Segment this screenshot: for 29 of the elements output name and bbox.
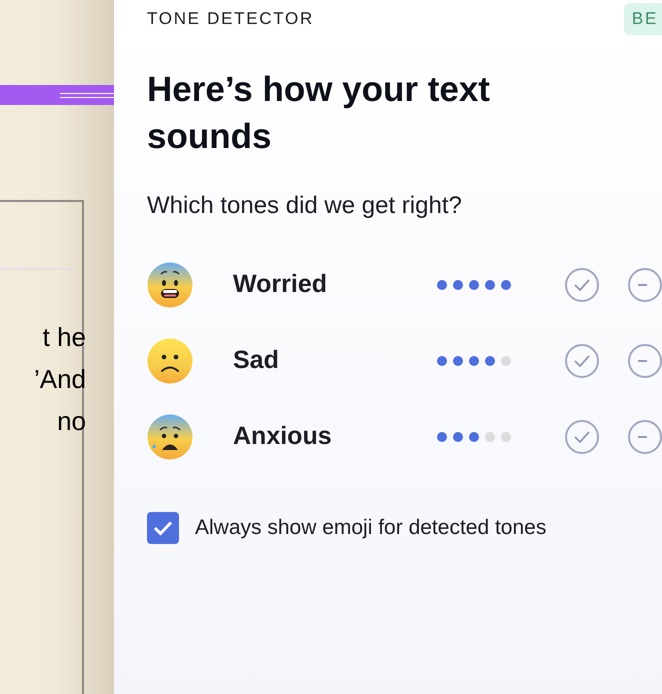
check-icon: [574, 355, 590, 367]
check-icon: [153, 520, 173, 536]
beta-badge: BE: [624, 3, 662, 35]
confirm-tone-button[interactable]: [565, 268, 599, 302]
panel-title: Here’s how your text sounds: [147, 69, 491, 158]
panel-question: Which tones did we get right?: [147, 191, 463, 221]
reject-tone-button[interactable]: [628, 344, 662, 378]
tone-label: Sad: [233, 345, 280, 376]
sad-face-icon: [147, 338, 193, 384]
confirm-tone-button[interactable]: [565, 344, 599, 378]
document-text-line: ’And: [32, 363, 86, 396]
reject-tone-button[interactable]: [628, 268, 662, 302]
confirm-tone-button[interactable]: [565, 420, 599, 454]
checkbox-label: Always show emoji for detected tones: [195, 515, 546, 542]
emoji-checkbox[interactable]: [147, 512, 179, 544]
check-icon: [574, 431, 590, 443]
worried-face-icon: [147, 262, 193, 308]
grip-icon: [60, 92, 114, 98]
minus-icon: [638, 284, 647, 286]
document-text-line: no: [56, 405, 86, 438]
panel-eyebrow: TONE DETECTOR: [147, 8, 314, 30]
reject-tone-button[interactable]: [628, 420, 662, 454]
tone-label: Anxious: [233, 421, 333, 452]
minus-icon: [638, 436, 647, 438]
anxious-face-icon: [147, 414, 193, 460]
document-text-line: t he: [42, 321, 86, 354]
check-icon: [574, 279, 590, 291]
minus-icon: [638, 360, 647, 362]
tone-label: Worried: [233, 269, 328, 300]
